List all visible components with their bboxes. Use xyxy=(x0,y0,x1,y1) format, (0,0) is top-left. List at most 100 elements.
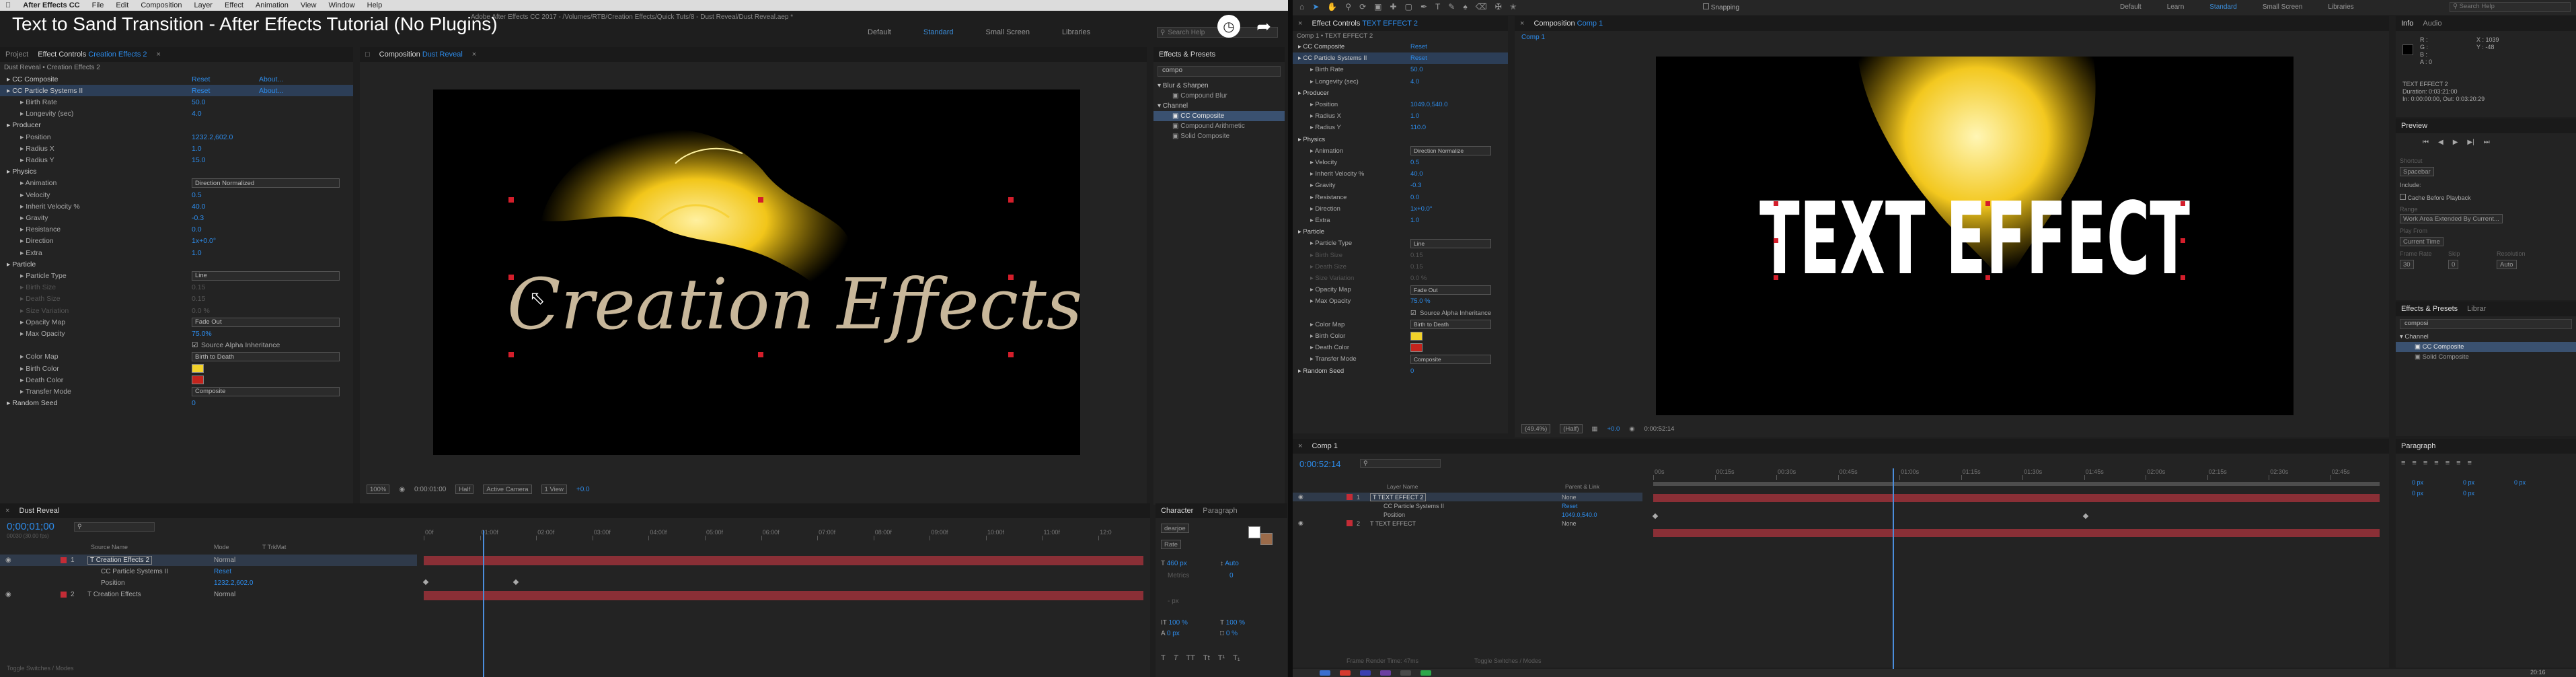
viewer-zoom-select[interactable]: (49.4%) xyxy=(1521,424,1551,433)
layer-name[interactable]: CC Particle Systems II xyxy=(101,568,168,575)
apple-icon[interactable]:  xyxy=(5,1,11,9)
effect-property-value[interactable]: 0 xyxy=(192,399,196,407)
roto-tool-icon[interactable]: ✠ xyxy=(1495,2,1502,11)
current-time-indicator[interactable] xyxy=(1893,468,1894,670)
workspace-standard[interactable]: Standard xyxy=(923,28,954,36)
effect-property-row[interactable]: ▸ Death Color xyxy=(1293,342,1508,353)
layer-mode[interactable]: Normal xyxy=(214,591,235,598)
effect-property-value[interactable]: Fade Out xyxy=(192,317,340,327)
effect-property-row[interactable]: ▸ Radius X 1.0 xyxy=(1293,110,1508,122)
effect-property-value[interactable]: 75.0 % xyxy=(1410,297,1431,305)
timeline-layer-row[interactable]: 2 T Creation Effects Normal ◉ xyxy=(0,589,417,600)
effect-property-row[interactable]: ▸ Birth Rate 50.0 xyxy=(1293,64,1508,75)
viewer-timecode[interactable]: 0:00:01:00 xyxy=(414,486,446,493)
effect-property-value[interactable]: 1.0 xyxy=(192,145,202,153)
tab-timeline[interactable]: Comp 1 xyxy=(1312,442,1338,450)
last-frame-icon[interactable]: ⏭ xyxy=(2484,139,2490,146)
effects-preset-item[interactable]: ▣ Compound Blur xyxy=(1153,91,1285,101)
resolution-select[interactable]: Auto xyxy=(2497,260,2517,269)
effect-property-row[interactable]: ▸ Max Opacity 75.0% xyxy=(0,328,353,339)
viewer-timecode[interactable]: 0:00:52:14 xyxy=(1644,425,1675,433)
layer-label-color[interactable] xyxy=(61,557,67,563)
effects-preset-item[interactable]: ▾ Channel xyxy=(1153,101,1285,111)
layer-label-color[interactable] xyxy=(61,569,67,575)
justify-left-icon[interactable]: ≡ xyxy=(2434,459,2438,467)
cache-checkbox[interactable]: Cache Before Playback xyxy=(2400,194,2471,201)
layer-name[interactable]: CC Particle Systems II xyxy=(1384,503,1444,509)
space-after-value[interactable]: 0 px xyxy=(2463,490,2474,497)
effect-property-value[interactable]: 1049.0,540.0 xyxy=(1410,101,1447,108)
layer-mode[interactable]: Reset xyxy=(1562,503,1578,509)
effect-property-row[interactable]: ▸ Radius X 1.0 xyxy=(0,143,353,154)
checkbox-checked-icon[interactable]: ☑ xyxy=(1410,310,1416,317)
effect-property-row[interactable]: ☑ Source Alpha Inheritance xyxy=(0,340,353,351)
timeline-layer-row[interactable]: CC Particle Systems II Reset xyxy=(0,566,417,577)
layer-name[interactable]: T Creation Effects xyxy=(87,591,141,598)
effect-property-row[interactable]: ▸ Animation Direction Normalize xyxy=(1293,145,1508,157)
effect-property-row[interactable]: ☑ Source Alpha Inheritance xyxy=(1293,308,1508,319)
effect-property-row[interactable]: ▸ Birth Color xyxy=(1293,330,1508,342)
effect-property-row[interactable]: ▸ Transfer Mode Composite xyxy=(0,386,353,397)
tab-composition[interactable]: Composition Comp 1 xyxy=(1533,20,1603,28)
timeline-search[interactable]: ⚲ xyxy=(1360,459,1441,468)
effect-property-value[interactable]: Line xyxy=(192,271,340,281)
effect-property-row[interactable]: ▸ Birth Color xyxy=(0,363,353,374)
camera-icon[interactable]: ◉ xyxy=(399,486,405,493)
timeline-timecode[interactable]: 0:00:52:14 xyxy=(1299,459,1340,469)
pan-tool-icon[interactable]: ✚ xyxy=(1390,2,1396,11)
effect-property-row[interactable]: ▸ Transfer Mode Composite xyxy=(1293,353,1508,365)
effect-property-value[interactable]: 40.0 xyxy=(1410,170,1423,178)
layer-name[interactable]: T TEXT EFFECT 2 xyxy=(1370,493,1427,501)
layer-label-color[interactable] xyxy=(61,580,67,586)
tab-libraries[interactable]: Librar xyxy=(2467,305,2486,313)
effect-property-row[interactable]: ▸ Opacity Map Fade Out xyxy=(0,316,353,328)
effects-preset-item[interactable]: ▣ Solid Composite xyxy=(2396,352,2576,362)
align-right-icon[interactable]: ≡ xyxy=(2423,459,2427,467)
effect-property-value[interactable]: 1.0 xyxy=(1410,112,1419,120)
brush-tool-icon[interactable]: ✎ xyxy=(1448,2,1455,11)
rect-tool-icon[interactable]: ▢ xyxy=(1405,2,1412,11)
col-mode[interactable]: Mode xyxy=(214,544,229,550)
layer-name[interactable]: T TEXT EFFECT xyxy=(1370,520,1416,527)
birth-color-swatch[interactable] xyxy=(1410,332,1423,341)
vertical-scale-value[interactable]: IT 100 % xyxy=(1161,619,1188,627)
workspace-learn[interactable]: Learn xyxy=(2167,3,2185,11)
toggle-switches-label[interactable]: Toggle Switches / Modes xyxy=(1474,657,1542,664)
effect-property-row[interactable]: ▸ Opacity Map Fade Out xyxy=(1293,284,1508,295)
timeline-search[interactable]: ⚲ xyxy=(74,522,155,532)
zoom-tool-icon[interactable]: ⚲ xyxy=(1345,2,1351,11)
effect-property-row[interactable]: ▸ Producer xyxy=(0,120,353,131)
layer-label-color[interactable] xyxy=(1347,503,1353,509)
baseline-shift-value[interactable]: A 0 px xyxy=(1161,630,1180,637)
home-icon[interactable]: ⌂ xyxy=(1299,2,1304,11)
keyframe-marker[interactable] xyxy=(2082,513,2089,520)
first-frame-icon[interactable]: ⏮ xyxy=(2423,139,2429,146)
superscript-button[interactable]: T¹ xyxy=(1218,654,1225,662)
prev-frame-icon[interactable]: ◀ xyxy=(2438,139,2444,146)
font-size-value[interactable]: T 460 px xyxy=(1161,560,1187,567)
all-caps-button[interactable]: TT xyxy=(1186,654,1195,662)
premiere-icon[interactable] xyxy=(1380,670,1391,676)
effect-property-value[interactable]: 4.0 xyxy=(1410,78,1419,85)
effects-preset-item[interactable]: ▣ Solid Composite xyxy=(1153,131,1285,141)
layer-mode[interactable]: None xyxy=(1562,520,1577,527)
effect-property-value[interactable]: 40.0 xyxy=(192,203,205,211)
effect-property-row[interactable]: ▸ Resistance 0.0 xyxy=(0,224,353,236)
effect-property-value[interactable]: Reset xyxy=(1410,55,1427,62)
menu-help[interactable]: Help xyxy=(367,1,383,9)
layer-mode[interactable]: Reset xyxy=(214,568,231,575)
justify-all-icon[interactable]: ≡ xyxy=(2468,459,2472,467)
effect-property-value[interactable]: 110.0 xyxy=(1410,124,1426,131)
views-select[interactable]: 1 View xyxy=(541,485,567,494)
col-source-name[interactable]: Source Name xyxy=(91,544,128,550)
close-icon[interactable]: × xyxy=(1298,442,1302,450)
effect-property-value[interactable]: 0.0 % xyxy=(192,307,210,315)
effect-property-row[interactable]: ▸ Max Opacity 75.0 % xyxy=(1293,295,1508,307)
effect-property-value[interactable]: 75.0% xyxy=(192,330,212,338)
layer-name[interactable]: Position xyxy=(101,579,125,587)
effect-property-value[interactable]: 0.5 xyxy=(192,191,202,199)
camera-tool-icon[interactable]: ▣ xyxy=(1374,2,1381,11)
timeline-layer-row[interactable]: Position 1049.0,540.0 xyxy=(1293,510,1642,519)
app-name[interactable]: After Effects CC xyxy=(23,1,79,9)
effect-property-row[interactable]: ▸ CC Composite Reset About... xyxy=(0,73,353,85)
